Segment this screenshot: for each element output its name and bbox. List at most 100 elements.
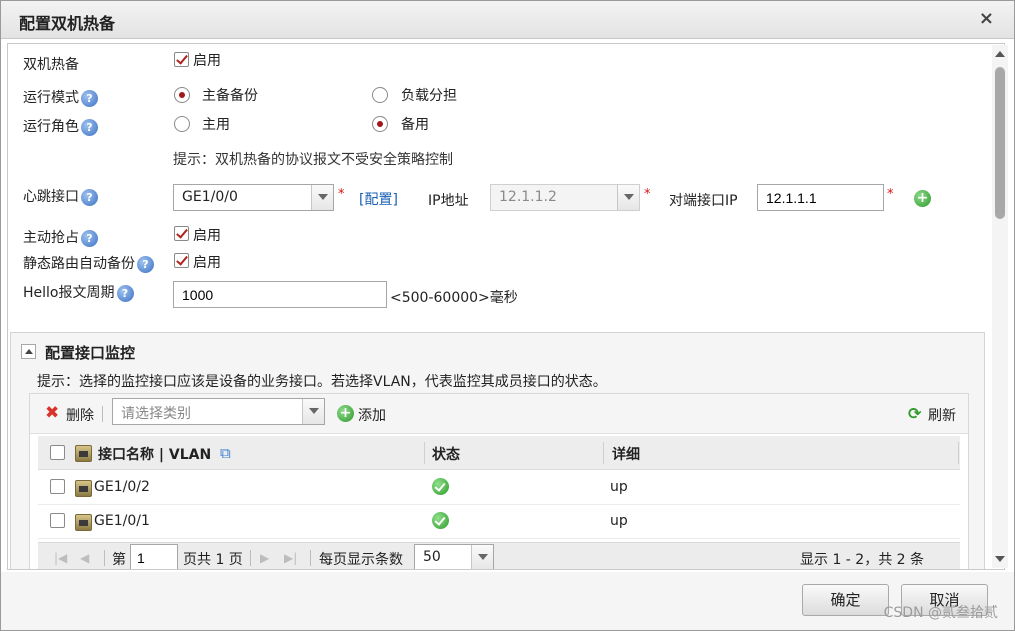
close-icon[interactable]: × <box>979 8 994 29</box>
ip-address-label: IP地址 <box>428 193 469 209</box>
ha-enable-checkbox[interactable] <box>174 52 189 67</box>
add-heartbeat-icon[interactable]: + <box>914 190 931 207</box>
last-page-icon[interactable]: ▶| <box>284 551 297 565</box>
column-divider <box>603 442 604 464</box>
vertical-scrollbar[interactable] <box>992 45 1008 568</box>
plus-icon[interactable]: + <box>337 405 354 422</box>
first-page-icon[interactable]: |◀ <box>54 551 67 565</box>
ok-button[interactable]: 确定 <box>802 584 889 616</box>
column-header-detail[interactable]: 详细 <box>612 444 640 464</box>
help-icon[interactable]: ? <box>81 89 98 107</box>
per-page-select[interactable]: 50 <box>414 544 494 569</box>
watermark: CSDN @贰叁拾贰 <box>883 605 998 621</box>
port-icon <box>75 514 92 531</box>
category-select[interactable]: 请选择类别 <box>112 398 325 425</box>
refresh-icon[interactable]: ⟳ <box>908 404 921 423</box>
plus-icon[interactable]: + <box>914 190 931 207</box>
row-detail: up <box>610 513 628 529</box>
run-mode-load-balance-radio[interactable] <box>372 87 388 103</box>
status-ok-icon <box>432 512 449 529</box>
help-icon[interactable]: ? <box>81 229 98 247</box>
preempt-enable-label: 启用 <box>193 228 221 244</box>
page-suffix: 页共 1 页 <box>183 552 243 568</box>
pager-summary: 显示 1 - 2，共 2 条 <box>800 552 925 568</box>
help-icon[interactable]: ? <box>137 255 154 273</box>
ha-protocol-hint: 提示：双机热备的协议报文不受安全策略控制 <box>173 152 453 168</box>
panel-title: 配置接口监控 <box>45 344 136 362</box>
select-all-checkbox[interactable] <box>50 445 65 460</box>
panel-hint: 提示：选择的监控接口应该是设备的业务接口。若选择VLAN，代表监控其成员接口的状… <box>37 374 607 390</box>
peer-ip-input[interactable] <box>757 184 884 211</box>
prev-page-icon[interactable]: ◀ <box>80 551 89 565</box>
hello-period-input[interactable] <box>173 281 387 308</box>
heartbeat-text: 心跳接口 <box>23 189 79 205</box>
heartbeat-interface-value: GE1/0/0 <box>182 189 238 205</box>
run-role-active-radio[interactable] <box>174 116 190 132</box>
monitor-grid: ✖ 删除 请选择类别 + 添加 ⟳ 刷新 接口名称 | VLAN ⧉ 状态 详细… <box>29 393 969 569</box>
page-number-input[interactable] <box>130 544 178 569</box>
run-role-option-1: 主用 <box>202 117 230 133</box>
add-button[interactable]: 添加 <box>358 405 386 425</box>
run-role-option-2: 备用 <box>401 117 429 133</box>
hello-text: Hello报文周期 <box>23 285 115 301</box>
grid-toolbar: ✖ 删除 请选择类别 + 添加 ⟳ 刷新 <box>30 394 968 434</box>
next-page-icon[interactable]: ▶ <box>260 551 269 565</box>
collapse-icon[interactable] <box>21 344 36 359</box>
table-row[interactable]: GE1/0/1 up <box>38 505 960 539</box>
run-mode-label: 运行模式? <box>23 87 98 107</box>
scroll-down-icon[interactable] <box>995 556 1005 562</box>
hello-range-hint: <500-60000>毫秒 <box>390 290 518 306</box>
port-icon <box>75 480 92 497</box>
delete-icon[interactable]: ✖ <box>45 403 59 423</box>
row-detail: up <box>610 479 628 495</box>
preempt-label: 主动抢占? <box>23 227 98 247</box>
page-prefix: 第 <box>112 552 126 568</box>
chevron-down-icon <box>617 185 639 210</box>
dialog-footer: 确定 取消 CSDN @贰叁拾贰 <box>1 572 1014 630</box>
row-interface-name: GE1/0/2 <box>94 479 150 495</box>
config-link[interactable]: [配置] <box>359 192 398 208</box>
per-page-label: 每页显示条数 <box>319 552 403 568</box>
run-mode-option-2: 负载分担 <box>401 88 457 104</box>
dialog-content: 双机热备 启用 运行模式? 主备备份 负载分担 运行角色? 主用 备用 提示：双… <box>7 43 1005 570</box>
hello-label: Hello报文周期? <box>23 282 134 302</box>
column-header-name[interactable]: 接口名称 | VLAN <box>98 444 211 464</box>
delete-button[interactable]: 删除 <box>66 405 94 425</box>
chevron-down-icon[interactable] <box>302 399 324 424</box>
row-interface-name: GE1/0/1 <box>94 513 150 529</box>
chevron-down-icon[interactable] <box>311 185 333 210</box>
run-role-standby-radio[interactable] <box>372 116 388 132</box>
heartbeat-config-link[interactable]: [配置] <box>359 189 398 209</box>
row-checkbox[interactable] <box>50 479 65 494</box>
row-checkbox[interactable] <box>50 513 65 528</box>
run-mode-active-standby-radio[interactable] <box>174 87 190 103</box>
help-icon[interactable]: ? <box>81 188 98 206</box>
column-header-status[interactable]: 状态 <box>432 444 460 464</box>
static-route-checkbox[interactable] <box>174 253 189 268</box>
chevron-down-icon[interactable] <box>471 545 493 569</box>
pager-divider <box>250 550 251 566</box>
add-icon[interactable]: + <box>337 405 354 422</box>
network-icon: ⧉ <box>220 444 231 462</box>
table-row[interactable]: GE1/0/2 up <box>38 471 960 505</box>
port-icon <box>75 445 92 462</box>
scrollbar-thumb[interactable] <box>995 67 1005 219</box>
pager-divider <box>104 550 105 566</box>
per-page-value: 50 <box>423 549 441 565</box>
pager-divider <box>310 550 311 566</box>
static-route-enable-label: 启用 <box>193 255 221 271</box>
help-icon[interactable]: ? <box>81 118 98 136</box>
scroll-up-icon[interactable] <box>995 51 1005 57</box>
help-icon[interactable]: ? <box>116 284 134 302</box>
run-mode-option-1: 主备备份 <box>202 88 258 104</box>
ha-enable-label: 启用 <box>193 53 221 69</box>
heartbeat-interface-select[interactable]: GE1/0/0 <box>173 184 334 211</box>
peer-ip-label: 对端接口IP <box>669 193 738 209</box>
grid-header: 接口名称 | VLAN ⧉ 状态 详细 <box>38 436 960 470</box>
preempt-text: 主动抢占 <box>23 230 79 246</box>
interface-monitor-panel: 配置接口监控 提示：选择的监控接口应该是设备的业务接口。若选择VLAN，代表监控… <box>10 332 985 569</box>
grid-pager: |◀ ◀ 第 页共 1 页 ▶ ▶| 每页显示条数 50 显示 1 - 2，共 <box>38 542 960 569</box>
refresh-button[interactable]: 刷新 <box>928 405 956 425</box>
column-divider <box>958 442 959 464</box>
preempt-checkbox[interactable] <box>174 226 189 241</box>
